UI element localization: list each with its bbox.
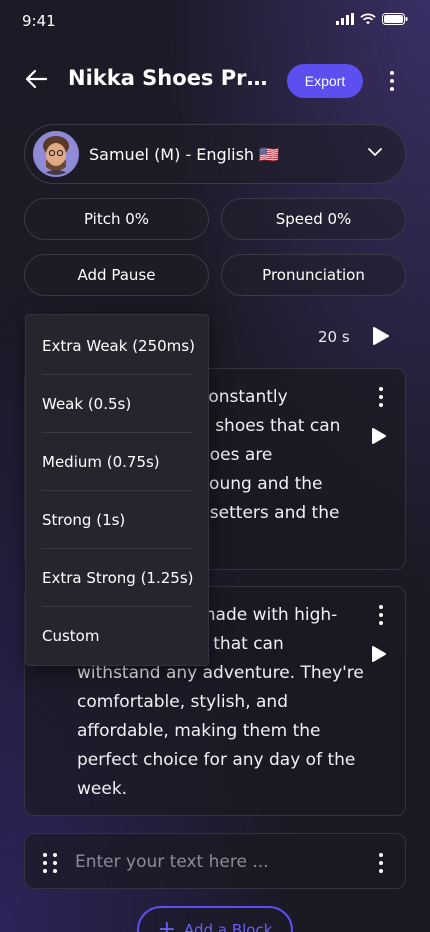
chevron-down-icon [368,148,382,156]
block-text[interactable]: constantly d shoes that can hoes are you… [199,383,399,528]
block-line: constantly [199,387,288,407]
arrow-left-icon [25,69,48,89]
status-icons [336,13,408,25]
add-block-label: Add a Block [184,921,273,932]
wifi-icon [360,13,376,25]
block-line: d shoes that can [199,416,341,436]
pronunciation-button[interactable]: Pronunciation [221,254,406,296]
pause-option-weak[interactable]: Weak (0.5s) [42,375,192,433]
add-block-button[interactable]: + Add a Block [137,906,293,932]
speed-button[interactable]: Speed 0% [221,198,406,240]
back-button[interactable] [24,66,54,96]
block-line: perfect choice for any day of the [77,750,356,770]
pause-option-strong[interactable]: Strong (1s) [42,491,192,549]
app-header: Nikka Shoes Pro... Export [0,60,430,102]
block-play-icon[interactable] [371,427,387,445]
input-more-button[interactable] [379,853,383,873]
voice-label: Samuel (M) - English 🇺🇸 [89,145,280,164]
block-line: hoes are [199,445,273,465]
pause-menu: Extra Weak (250ms) Weak (0.5s) Medium (0… [25,314,209,666]
battery-icon [382,13,408,25]
voice-selector[interactable]: Samuel (M) - English 🇺🇸 [24,124,406,184]
block-line: comfortable, stylish, and [77,692,288,712]
add-pause-button[interactable]: Add Pause [24,254,209,296]
block-line: young and the [199,474,323,494]
page-title: Nikka Shoes Pro... [68,66,268,90]
block-play-icon[interactable] [371,645,387,663]
block-line: week. [77,779,128,799]
play-all-icon[interactable] [372,326,390,346]
pause-option-custom[interactable]: Custom [42,607,192,665]
export-button[interactable]: Export [287,64,363,98]
drag-handle-icon[interactable] [43,853,57,873]
block-more-button[interactable] [379,605,383,625]
pitch-button[interactable]: Pitch 0% [24,198,209,240]
block-line: dsetters and the [199,503,340,523]
pause-option-extra-strong[interactable]: Extra Strong (1.25s) [42,549,194,607]
new-text-block [24,833,406,889]
signal-icon [336,13,354,25]
avatar-face-icon [35,133,77,175]
block-line: affordable, making them the [77,721,321,741]
more-options-button[interactable] [380,66,404,96]
text-input[interactable] [75,848,345,876]
pause-option-medium[interactable]: Medium (0.75s) [42,433,192,491]
status-time: 9:41 [22,12,56,30]
duration-label: 20 s [318,328,350,346]
avatar [33,131,79,177]
status-bar: 9:41 [0,0,430,44]
block-more-button[interactable] [379,387,383,407]
plus-icon: + [157,917,177,932]
pause-option-extra-weak[interactable]: Extra Weak (250ms) [42,317,195,375]
